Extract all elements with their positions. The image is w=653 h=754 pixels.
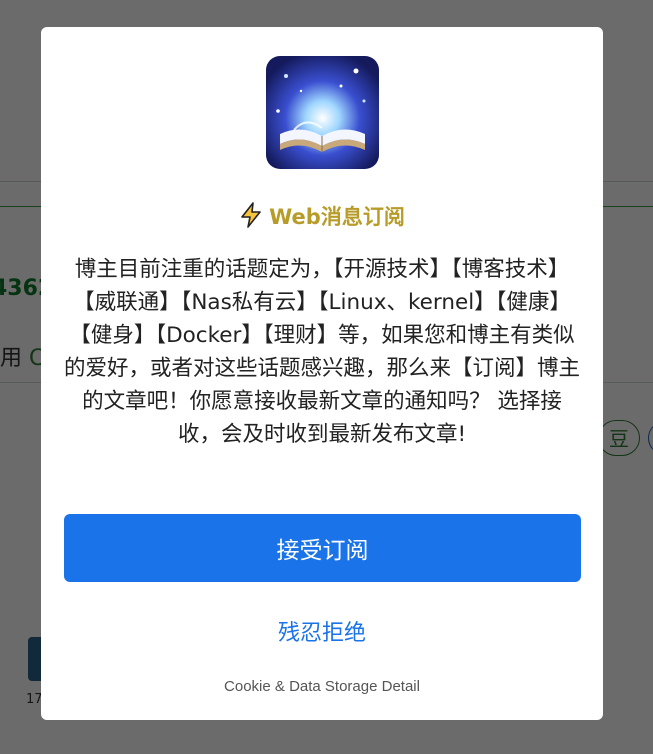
accept-subscription-button[interactable]: 接受订阅 (64, 514, 581, 582)
cookie-detail-link[interactable]: Cookie & Data Storage Detail (41, 678, 603, 695)
dialog-message: 博主目前注重的话题定为，【开源技术】【博客技术】【威联通】【Nas私有云】【Li… (63, 257, 580, 447)
decline-button[interactable]: 残忍拒绝 (41, 615, 603, 647)
subscription-dialog: Web消息订阅 博主目前注重的话题定为，【开源技术】【博客技术】【威联通】【Na… (41, 27, 603, 720)
dialog-title-text: Web消息订阅 (269, 205, 405, 229)
lightning-bolt-icon (239, 202, 263, 233)
open-book-logo (266, 56, 379, 169)
dialog-title: Web消息订阅 (41, 201, 603, 233)
